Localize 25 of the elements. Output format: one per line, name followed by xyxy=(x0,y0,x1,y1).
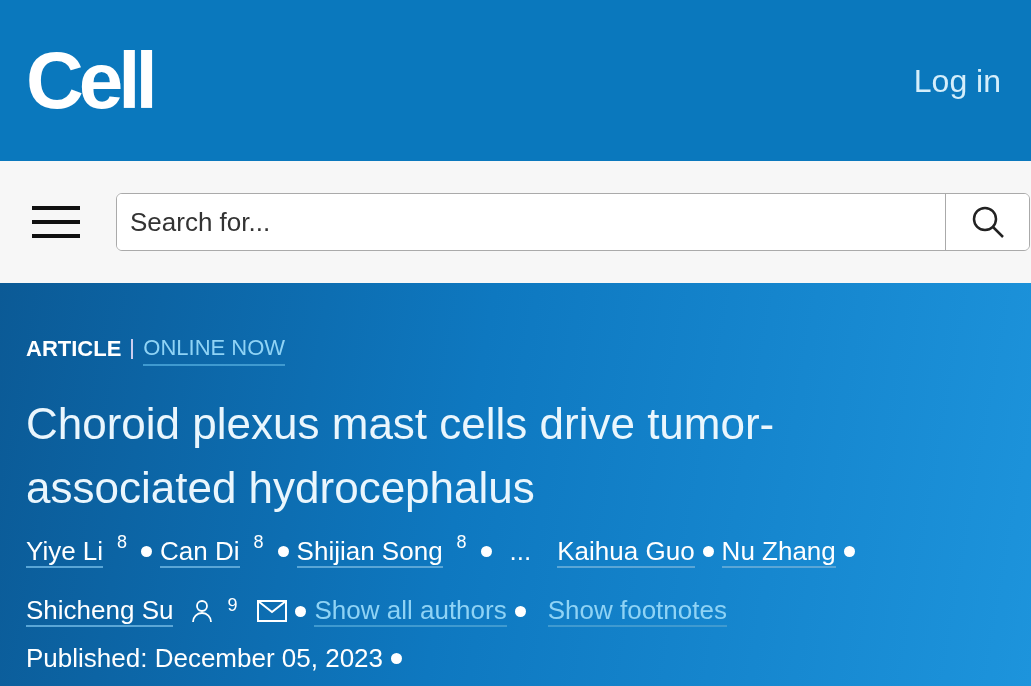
divider-line xyxy=(131,338,134,359)
author-link[interactable]: Yiye Li xyxy=(26,535,104,568)
footnote-mark[interactable]: 8 xyxy=(117,532,128,552)
search-icon xyxy=(970,205,1005,239)
login-link[interactable]: Log in xyxy=(913,56,1001,105)
mail-icon[interactable] xyxy=(257,600,288,622)
author-link[interactable]: Nu Zhang xyxy=(721,535,836,568)
authors-link[interactable]: Show all authors xyxy=(314,595,507,627)
authors-link[interactable]: Show footnotes xyxy=(547,595,727,627)
footnote-mark[interactable]: 8 xyxy=(456,532,467,552)
article-type: ARTICLE xyxy=(26,335,122,363)
status-link[interactable]: ONLINE NOW xyxy=(143,331,286,366)
search-button[interactable] xyxy=(945,194,1029,250)
menu-icon[interactable] xyxy=(32,205,80,239)
published-date: Published: December 05, 2023 xyxy=(26,642,383,675)
author-link[interactable]: Kaihua Guo xyxy=(557,535,695,568)
author-link[interactable]: Shicheng Su xyxy=(26,595,174,627)
person-icon[interactable] xyxy=(191,599,214,623)
article-title: Choroid plexus mast cells drive tumor-associated hydrocephalus xyxy=(26,398,776,514)
journal-logo[interactable]: Cell xyxy=(26,40,153,121)
footnote-mark[interactable]: 8 xyxy=(253,532,264,552)
author-link[interactable]: Shijian Song xyxy=(296,535,443,568)
author-link[interactable]: Can Di xyxy=(160,535,240,568)
footnote-mark[interactable]: 9 xyxy=(227,595,238,615)
author-ellipsis: ... xyxy=(509,535,532,568)
